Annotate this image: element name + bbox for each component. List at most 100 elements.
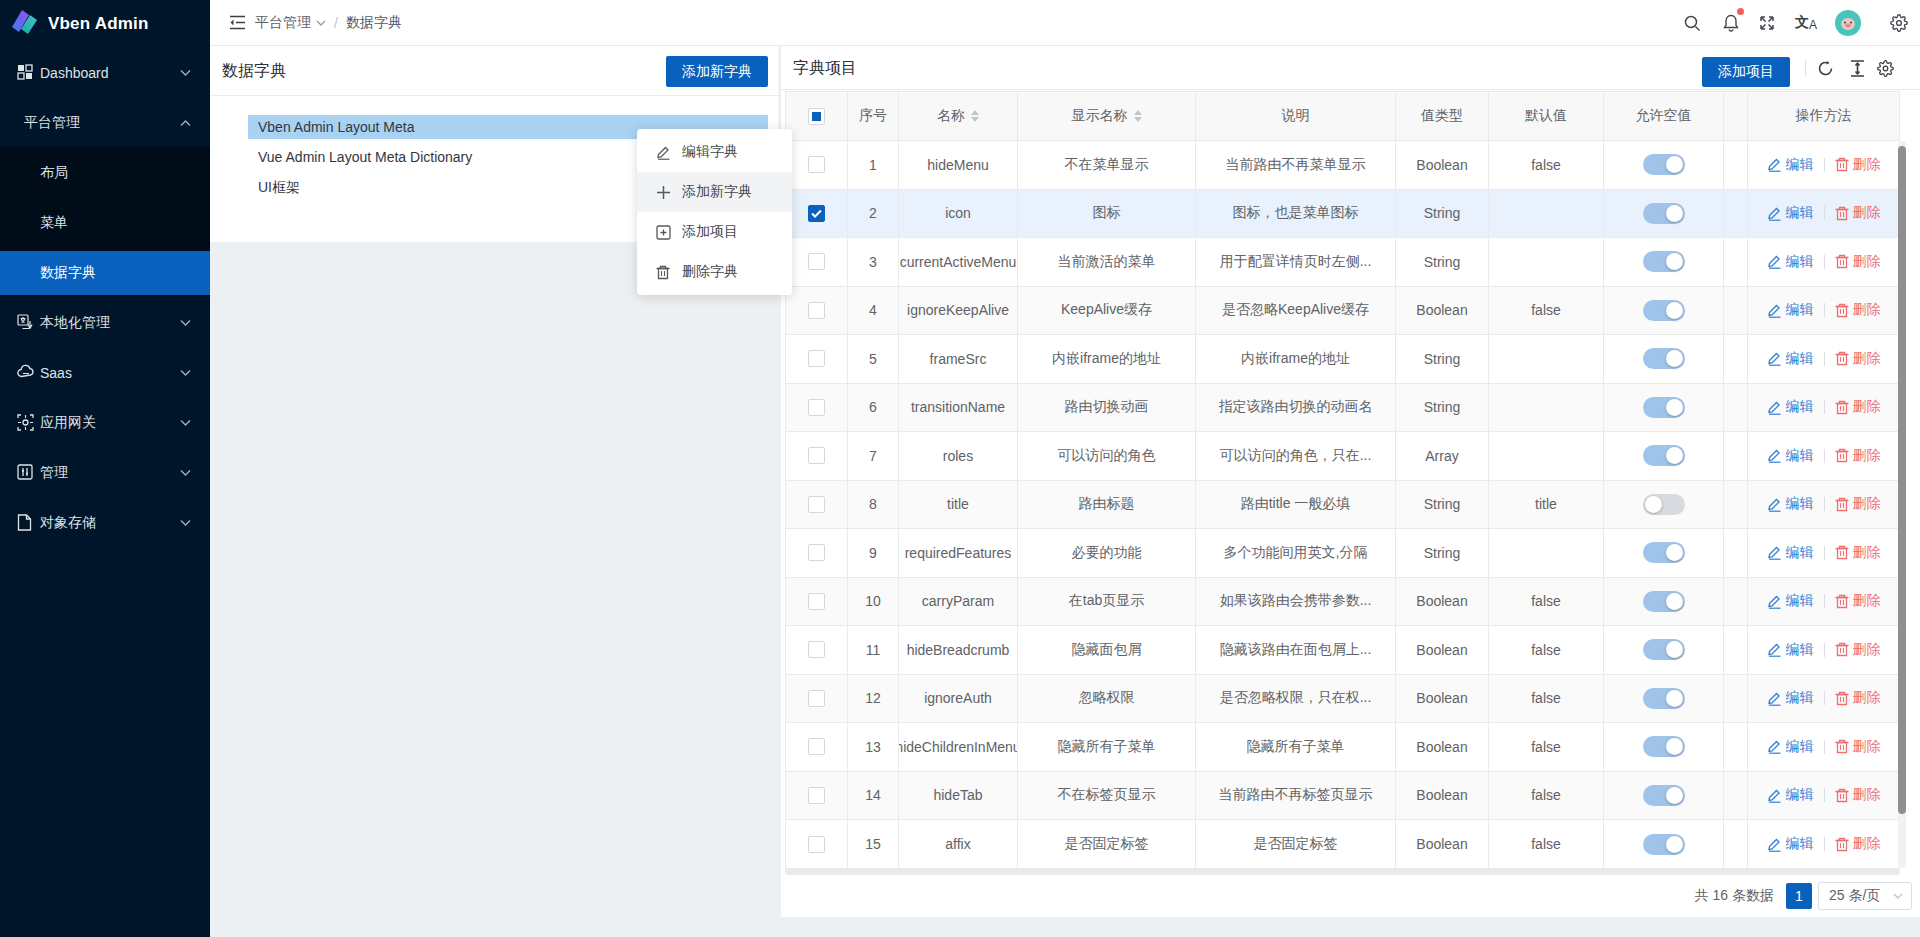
select-all-checkbox[interactable]: [808, 108, 825, 125]
context-menu-item[interactable]: 删除字典: [637, 252, 792, 292]
edit-button[interactable]: 编辑: [1767, 350, 1814, 368]
app-logo[interactable]: Vben Admin: [0, 0, 210, 48]
edit-button[interactable]: 编辑: [1767, 786, 1814, 804]
edit-button[interactable]: 编辑: [1767, 398, 1814, 416]
sidebar-item-布局[interactable]: 布局: [0, 151, 210, 195]
delete-button[interactable]: 删除: [1835, 835, 1881, 853]
bell-icon[interactable]: [1714, 0, 1748, 45]
row-height-icon[interactable]: [1844, 46, 1870, 90]
column-header-说明[interactable]: 说明: [1196, 92, 1396, 140]
add-dictionary-button[interactable]: 添加新字典: [666, 56, 768, 87]
context-menu-item[interactable]: 添加新字典: [637, 172, 792, 212]
allow-null-toggle[interactable]: [1643, 397, 1685, 418]
edit-button[interactable]: 编辑: [1767, 592, 1814, 610]
refresh-icon[interactable]: [1812, 46, 1838, 90]
sort-icons[interactable]: [1134, 110, 1142, 122]
row-checkbox[interactable]: [808, 253, 825, 270]
allow-null-toggle[interactable]: [1643, 300, 1685, 321]
delete-button[interactable]: 删除: [1835, 350, 1881, 368]
edit-button[interactable]: 编辑: [1767, 689, 1814, 707]
pagination-page-1[interactable]: 1: [1786, 883, 1812, 909]
add-item-button[interactable]: 添加项目: [1702, 57, 1790, 87]
gear-icon[interactable]: [1882, 0, 1916, 45]
page-size-select[interactable]: 25 条/页: [1818, 882, 1912, 910]
row-checkbox[interactable]: [808, 156, 825, 173]
delete-button[interactable]: 删除: [1835, 544, 1881, 562]
delete-button[interactable]: 删除: [1835, 495, 1881, 513]
sidebar-item-管理[interactable]: 管理: [0, 451, 210, 495]
sort-icons[interactable]: [971, 110, 979, 122]
delete-button[interactable]: 删除: [1835, 301, 1881, 319]
horizontal-scrollbar[interactable]: [785, 868, 1900, 875]
allow-null-toggle[interactable]: [1643, 494, 1685, 515]
sidebar-item-saas[interactable]: Saas: [0, 351, 210, 395]
allow-null-toggle[interactable]: [1643, 542, 1685, 563]
sidebar-item-平台管理[interactable]: 平台管理: [0, 101, 210, 145]
row-checkbox[interactable]: [808, 641, 825, 658]
delete-button[interactable]: 删除: [1835, 641, 1881, 659]
allow-null-toggle[interactable]: [1643, 688, 1685, 709]
row-checkbox[interactable]: [808, 447, 825, 464]
breadcrumb-item-dict[interactable]: 数据字典: [346, 14, 402, 32]
edit-button[interactable]: 编辑: [1767, 156, 1814, 174]
delete-button[interactable]: 删除: [1835, 738, 1881, 756]
row-checkbox[interactable]: [808, 496, 825, 513]
vertical-scrollbar[interactable]: [1898, 141, 1906, 868]
column-header-值类型[interactable]: 值类型: [1396, 92, 1489, 140]
allow-null-toggle[interactable]: [1643, 203, 1685, 224]
column-header-默认值[interactable]: 默认值: [1489, 92, 1604, 140]
row-checkbox[interactable]: [808, 738, 825, 755]
allow-null-toggle[interactable]: [1643, 736, 1685, 757]
sidebar-item-菜单[interactable]: 菜单: [0, 201, 210, 245]
edit-button[interactable]: 编辑: [1767, 738, 1814, 756]
settings-gear-icon[interactable]: [1872, 46, 1898, 90]
row-checkbox[interactable]: [808, 593, 825, 610]
context-menu-item[interactable]: 添加项目: [637, 212, 792, 252]
sidebar-collapse-icon[interactable]: [222, 0, 252, 45]
sidebar-item-应用网关[interactable]: 应用网关: [0, 401, 210, 445]
delete-button[interactable]: 删除: [1835, 156, 1881, 174]
edit-button[interactable]: 编辑: [1767, 544, 1814, 562]
allow-null-toggle[interactable]: [1643, 639, 1685, 660]
translate-header-icon[interactable]: 文A: [1789, 0, 1823, 45]
edit-button[interactable]: 编辑: [1767, 495, 1814, 513]
row-checkbox[interactable]: [808, 205, 825, 222]
row-checkbox[interactable]: [808, 544, 825, 561]
sidebar-item-对象存储[interactable]: 对象存储: [0, 501, 210, 545]
row-checkbox[interactable]: [808, 836, 825, 853]
row-checkbox[interactable]: [808, 690, 825, 707]
delete-button[interactable]: 删除: [1835, 204, 1881, 222]
edit-button[interactable]: 编辑: [1767, 301, 1814, 319]
allow-null-toggle[interactable]: [1643, 591, 1685, 612]
delete-button[interactable]: 删除: [1835, 592, 1881, 610]
row-checkbox[interactable]: [808, 302, 825, 319]
column-header-显示名称[interactable]: 显示名称: [1018, 92, 1196, 140]
avatar[interactable]: [1831, 0, 1865, 45]
edit-button[interactable]: 编辑: [1767, 447, 1814, 465]
allow-null-toggle[interactable]: [1643, 834, 1685, 855]
delete-button[interactable]: 删除: [1835, 689, 1881, 707]
edit-button[interactable]: 编辑: [1767, 204, 1814, 222]
allow-null-toggle[interactable]: [1643, 154, 1685, 175]
allow-null-toggle[interactable]: [1643, 348, 1685, 369]
row-checkbox[interactable]: [808, 787, 825, 804]
sidebar-item-本地化管理[interactable]: 本地化管理: [0, 301, 210, 345]
delete-button[interactable]: 删除: [1835, 786, 1881, 804]
edit-button[interactable]: 编辑: [1767, 253, 1814, 271]
fullscreen-icon[interactable]: [1750, 0, 1784, 45]
vertical-scrollbar-thumb[interactable]: [1898, 146, 1906, 814]
search-icon[interactable]: [1675, 0, 1709, 45]
column-header-名称[interactable]: 名称: [899, 92, 1018, 140]
allow-null-toggle[interactable]: [1643, 251, 1685, 272]
sidebar-item-数据字典[interactable]: 数据字典: [0, 251, 210, 295]
column-header-操作方法[interactable]: 操作方法: [1748, 92, 1899, 140]
column-header-序号[interactable]: 序号: [848, 92, 899, 140]
allow-null-toggle[interactable]: [1643, 785, 1685, 806]
edit-button[interactable]: 编辑: [1767, 835, 1814, 853]
column-header-允许空值[interactable]: 允许空值: [1604, 92, 1724, 140]
context-menu-item[interactable]: 编辑字典: [637, 132, 792, 172]
row-checkbox[interactable]: [808, 399, 825, 416]
allow-null-toggle[interactable]: [1643, 445, 1685, 466]
breadcrumb-item-platform[interactable]: 平台管理: [255, 14, 326, 32]
row-checkbox[interactable]: [808, 350, 825, 367]
